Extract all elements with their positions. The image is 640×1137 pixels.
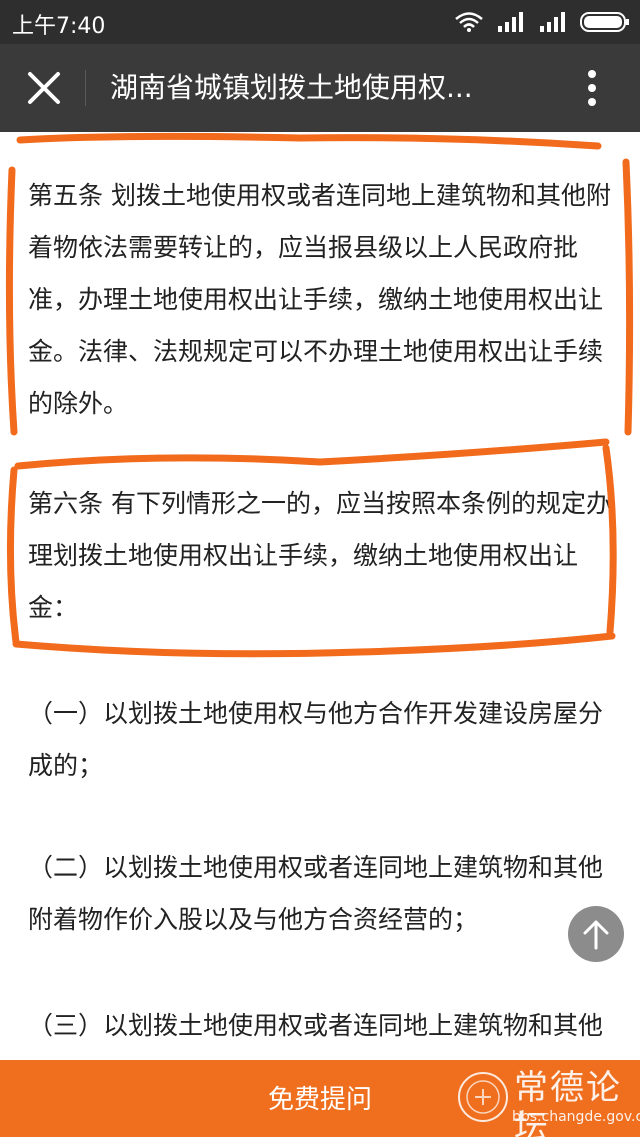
- close-icon: [28, 72, 60, 104]
- article-paragraph: 第六条 有下列情形之一的，应当按照本条例的规定办理划拨土地使用权出让手续，缴纳土…: [28, 489, 611, 622]
- scroll-to-top-button[interactable]: [568, 906, 624, 962]
- close-button[interactable]: [22, 66, 66, 110]
- arrow-up-icon: [583, 920, 609, 950]
- bottom-bar: 免费提问 常德论坛 bbs.changde.gov.cn: [0, 1060, 640, 1137]
- free-ask-button[interactable]: 免费提问: [230, 1080, 410, 1120]
- watermark: 常德论坛 bbs.changde.gov.cn: [456, 1064, 640, 1137]
- watermark-name: 常德论坛: [514, 1068, 622, 1137]
- signal-icon: [498, 12, 523, 32]
- watermark-url: bbs.changde.gov.cn: [512, 1109, 640, 1125]
- signal-icon: [540, 12, 565, 32]
- article-content[interactable]: 第五条 划拨土地使用权或者连同地上建筑物和其他附着物依法需要转让的，应当报县级以…: [0, 132, 640, 1060]
- page-title: 湖南省城镇划拨土地使用权...: [110, 71, 473, 104]
- article-paragraph: 第五条 划拨土地使用权或者连同地上建筑物和其他附着物依法需要转让的，应当报县级以…: [28, 181, 611, 418]
- status-time: 上午7:40: [12, 14, 106, 39]
- article-paragraph: （三）以划拨土地使用权或者连同地上建筑物和其他附着物出租的；: [28, 1011, 604, 1040]
- more-options-button[interactable]: [574, 66, 610, 110]
- article-paragraph: （一）以划拨土地使用权与他方合作开发建设房屋分成的；: [28, 699, 604, 780]
- more-vertical-icon: [588, 70, 596, 106]
- seal-logo-icon: [458, 1072, 508, 1122]
- article-paragraph: （二）以划拨土地使用权或者连同地上建筑物和其他附着物作价入股以及与他方合资经营的…: [28, 853, 604, 934]
- wifi-icon: [455, 12, 483, 32]
- title-bar: 湖南省城镇划拨土地使用权...: [0, 44, 640, 132]
- status-icons: [454, 8, 630, 36]
- title-divider: [85, 70, 86, 106]
- battery-icon: [580, 12, 629, 32]
- status-bar: 上午7:40: [0, 0, 640, 44]
